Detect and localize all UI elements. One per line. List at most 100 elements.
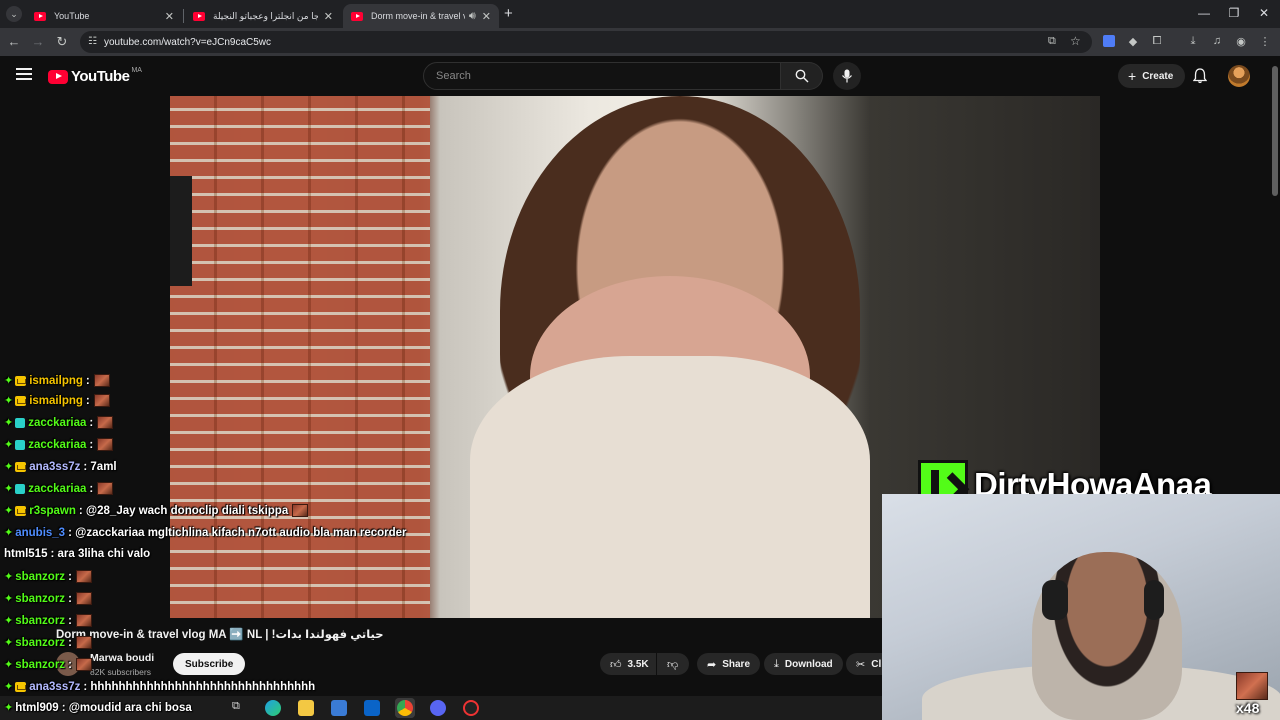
chat-username[interactable]: anubis_3	[15, 527, 65, 539]
bookmark-star-icon[interactable]: ☆	[1070, 34, 1081, 48]
browser-tab-bar: ⌄ YouTube ✕ خويا جا من انجلترا وعجباتو ا…	[0, 0, 1280, 28]
chat-username[interactable]: html909	[15, 702, 58, 714]
install-app-icon[interactable]: ⧉	[1048, 35, 1056, 48]
chat-message-text: :	[89, 438, 94, 451]
extensions-puzzle-icon[interactable]: ⧠	[1149, 35, 1165, 48]
tab-title: Dorm move-in & travel vlog	[371, 11, 465, 21]
restore-button[interactable]: ❐	[1224, 6, 1244, 20]
like-button[interactable]: 👍︎ 3.5K	[600, 653, 656, 675]
download-button[interactable]: ⤓ Download	[764, 653, 843, 675]
subscriber-badge-icon: ✦	[4, 527, 14, 539]
chat-username[interactable]: sbanzorz	[15, 637, 65, 649]
close-tab-icon[interactable]: ✕	[165, 10, 174, 23]
minimize-button[interactable]: —	[1194, 6, 1214, 20]
close-tab-icon[interactable]: ✕	[482, 10, 491, 23]
subscribe-label: Subscribe	[185, 658, 234, 670]
download-icon[interactable]: ⤓	[1185, 35, 1201, 48]
account-avatar[interactable]	[1228, 65, 1250, 87]
search-button[interactable]	[781, 62, 823, 90]
recorder-app-icon[interactable]	[463, 700, 479, 716]
chat-message: ✦ r3spawn: @28_Jay wach donoclip diali ts…	[4, 504, 309, 517]
create-label: Create	[1142, 70, 1174, 82]
profile-icon[interactable]: ◉	[1233, 35, 1249, 48]
chat-username[interactable]: ismailpng	[29, 395, 83, 407]
create-button[interactable]: + Create	[1118, 64, 1186, 88]
chat-message: ✦ sbanzorz:	[4, 658, 92, 671]
dislike-button[interactable]: 👎︎	[657, 653, 689, 675]
extension-diamond-icon[interactable]: ◆	[1125, 35, 1141, 48]
chat-emote	[75, 614, 92, 627]
task-view-icon[interactable]: ⧉	[232, 700, 248, 716]
file-explorer-icon[interactable]	[298, 700, 314, 716]
translate-extension-icon[interactable]	[1101, 35, 1117, 50]
search-icon	[795, 69, 809, 83]
address-bar[interactable]: ☷ youtube.com/watch?v=eJCn9caC5wc ⧉ ☆	[80, 31, 1092, 53]
browser-menu-icon[interactable]: ⋮	[1257, 35, 1273, 48]
youtube-logo[interactable]: YouTube MA	[48, 67, 142, 85]
forward-icon[interactable]: →	[30, 34, 46, 49]
subscriber-badge-icon: ✦	[4, 395, 14, 407]
chat-username[interactable]: sbanzorz	[15, 593, 65, 605]
video-frame-top	[470, 356, 870, 618]
chat-username[interactable]: ana3ss7z	[29, 461, 80, 473]
tab-youtube[interactable]: YouTube ✕	[26, 4, 182, 28]
reload-icon[interactable]: ↻	[54, 34, 70, 50]
chat-message-text: : @moudid ara chi bosa	[61, 701, 192, 714]
tab-arabic-video[interactable]: خويا جا من انجلترا وعجباتو النجيلة ✕	[185, 4, 341, 28]
page-scrollbar[interactable]	[1272, 66, 1278, 196]
share-icon: ➦	[707, 658, 717, 671]
chat-message-text: :	[68, 658, 72, 671]
logo-text: YouTube	[71, 68, 130, 85]
voice-search-button[interactable]	[833, 62, 861, 90]
new-tab-button[interactable]: +	[504, 5, 513, 22]
chat-emote	[93, 374, 110, 387]
share-button[interactable]: ➦ Share	[697, 653, 761, 675]
chat-message: ✦ zacckariaa:	[4, 482, 114, 495]
hamburger-menu-icon[interactable]	[16, 68, 32, 80]
chat-message: html515: ara 3liha chi valo	[4, 548, 150, 560]
audio-playing-icon[interactable]: 🔊︎	[469, 10, 476, 23]
subscriber-badge-icon: ✦	[4, 375, 14, 387]
chat-username[interactable]: sbanzorz	[15, 571, 65, 583]
microphone-icon	[842, 69, 852, 83]
chat-username[interactable]: html515	[4, 548, 47, 560]
chat-message: ✦ ismailpng:	[4, 374, 110, 387]
moderator-badge-icon	[15, 417, 26, 428]
search-placeholder: Search	[436, 70, 471, 82]
outlook-icon[interactable]	[364, 700, 380, 716]
close-tab-icon[interactable]: ✕	[324, 10, 333, 23]
chat-emote	[97, 438, 114, 451]
subscribe-button[interactable]: Subscribe	[173, 653, 246, 675]
edge-icon[interactable]	[265, 700, 281, 716]
clip-label: Cl	[871, 658, 882, 670]
youtube-favicon-icon	[351, 11, 363, 21]
chat-username[interactable]: sbanzorz	[15, 659, 65, 671]
clip-button[interactable]: ✂ Cl	[846, 653, 882, 675]
tab-dorm-vlog[interactable]: Dorm move-in & travel vlog 🔊︎ ✕	[343, 4, 499, 28]
video-title: Dorm move-in & travel vlog MA ➡️ NL | !ح…	[56, 629, 384, 641]
webcam-headset-left	[1042, 580, 1068, 620]
chat-username[interactable]: zacckariaa	[28, 439, 86, 451]
share-label: Share	[722, 658, 751, 670]
discord-icon[interactable]	[430, 700, 446, 716]
site-info-icon[interactable]: ☷	[88, 36, 97, 47]
chat-emote	[75, 636, 92, 649]
search-input[interactable]: Search	[423, 62, 781, 90]
back-icon[interactable]: ←	[6, 34, 22, 49]
chat-username[interactable]: r3spawn	[29, 505, 76, 517]
channel-name[interactable]: Marwa boudi	[90, 652, 154, 664]
chat-message-text: :	[68, 614, 72, 627]
chat-username[interactable]: ana3ss7z	[29, 681, 80, 693]
store-icon[interactable]	[331, 700, 347, 716]
chat-username[interactable]: ismailpng	[29, 375, 83, 387]
tab-search-icon[interactable]: ⌄	[6, 6, 22, 22]
subscriber-badge-icon: ✦	[4, 505, 14, 517]
media-control-icon[interactable]: ♫	[1209, 35, 1225, 47]
chat-username[interactable]: sbanzorz	[15, 615, 65, 627]
window-close-button[interactable]: ✕	[1254, 6, 1274, 20]
chat-username[interactable]: zacckariaa	[28, 417, 86, 429]
chat-message: ✦ html909: @moudid ara chi bosa	[4, 701, 192, 715]
notifications-button[interactable]	[1190, 66, 1210, 86]
chat-username[interactable]: zacckariaa	[28, 483, 86, 495]
chrome-icon[interactable]	[395, 698, 415, 718]
